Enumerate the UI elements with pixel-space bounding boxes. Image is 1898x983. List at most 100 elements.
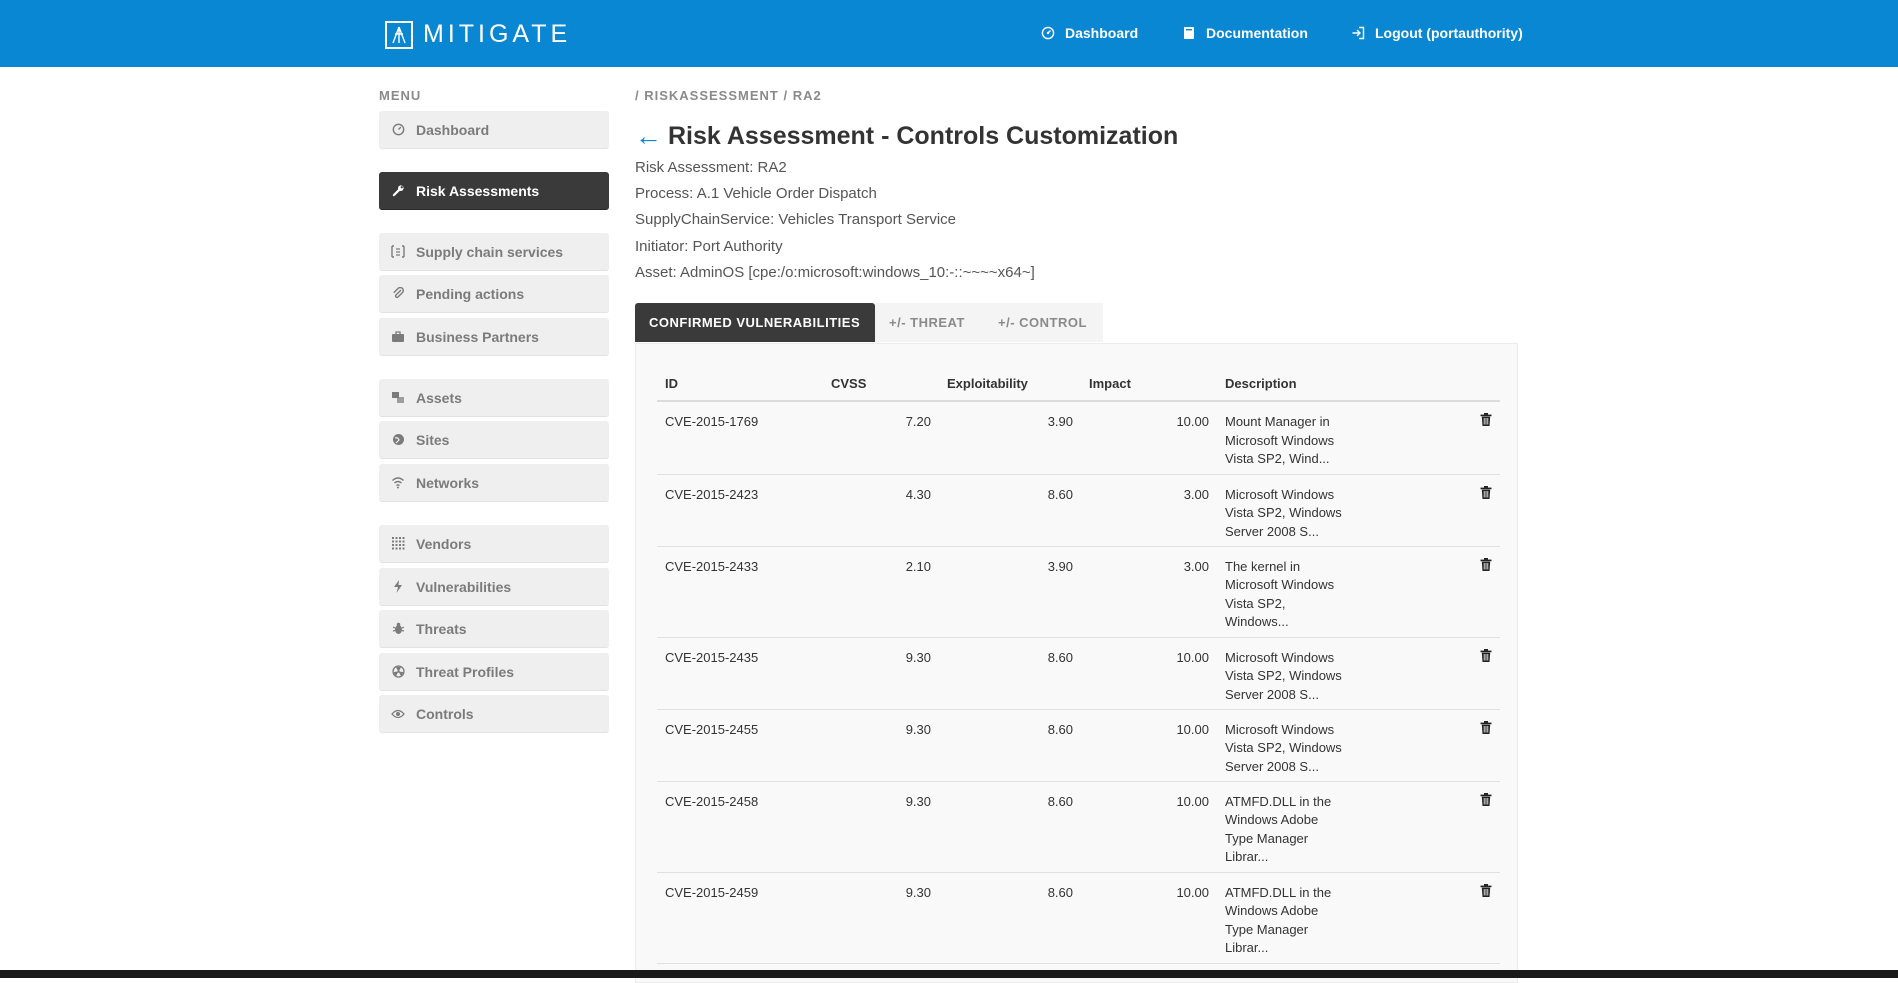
cell-id: CVE-2015-2459 xyxy=(657,872,823,964)
sidebar-item-controls[interactable]: Controls xyxy=(379,695,609,733)
globe-icon xyxy=(391,433,405,447)
sidebar-item-label: Controls xyxy=(416,705,474,722)
cell-description: The kernel in Microsoft Windows Vista SP2,… xyxy=(1217,546,1358,638)
sidebar-item-dashboard[interactable]: Dashboard xyxy=(379,111,609,149)
table-row: CVE-2015-2459 9.30 8.60 10.00 ATMFD.DLL in t… xyxy=(657,872,1500,964)
column-header-description[interactable]: Description xyxy=(1217,366,1358,402)
description-line: Type Manager xyxy=(1225,830,1309,846)
table-header-row: ID CVSS Exploitability Impact Descriptio… xyxy=(657,366,1500,402)
cell-actions xyxy=(1358,781,1500,873)
logout-icon xyxy=(1350,25,1366,41)
dashboard-icon xyxy=(1040,25,1056,41)
delete-trash-icon[interactable] xyxy=(1478,485,1492,500)
sidebar-item-label: Business Partners xyxy=(416,328,539,345)
sidebar-item-sites[interactable]: Sites xyxy=(379,421,609,459)
cell-id: CVE-2015-2433 xyxy=(657,546,823,638)
cell-impact: 10.00 xyxy=(1081,401,1217,475)
sidebar-item-supply-chain-services[interactable]: Supply chain services xyxy=(379,233,609,271)
cell-cvss: 9.30 xyxy=(823,781,939,873)
tab-bar: CONFIRMED VULNERABILITIES +/- THREAT +/-… xyxy=(635,303,1103,342)
cell-exploitability: 8.60 xyxy=(939,637,1081,710)
description-line: The kernel in xyxy=(1225,558,1301,574)
table-row: CVE-2015-2433 2.10 3.90 3.00 The kernel in Mi… xyxy=(657,546,1500,638)
cell-description: Microsoft Windows Vista SP2, Windows Serve… xyxy=(1217,474,1358,547)
sidebar-item-vendors[interactable]: Vendors xyxy=(379,525,609,563)
column-header-actions xyxy=(1358,366,1500,402)
cell-actions xyxy=(1358,637,1500,710)
table-row: CVE-2015-2458 9.30 8.60 10.00 ATMFD.DLL in t… xyxy=(657,781,1500,873)
paperclip-icon xyxy=(391,287,405,301)
nav-dashboard-link[interactable]: Dashboard xyxy=(1040,25,1138,41)
cell-description: ATMFD.DLL in the Windows Adobe Type Manage… xyxy=(1217,872,1358,964)
sidebar-item-label: Threat Profiles xyxy=(416,663,515,680)
meta-initiator: Initiator: Port Authority xyxy=(635,238,783,255)
tab-control[interactable]: +/- CONTROL xyxy=(984,303,1103,342)
table-row: CVE-2015-2435 9.30 8.60 10.00 Microsoft Wind… xyxy=(657,637,1500,710)
cell-impact: 10.00 xyxy=(1081,872,1217,964)
meta-risk-assessment: Risk Assessment: RA2 xyxy=(635,159,787,176)
cell-actions xyxy=(1358,474,1500,547)
cell-impact: 3.00 xyxy=(1081,546,1217,638)
sidebar-item-risk-assessments[interactable]: Risk Assessments xyxy=(379,172,609,210)
description-line: Windows Adobe xyxy=(1225,903,1319,918)
cell-description: ATMFD.DLL in the Windows Adobe Type Manage… xyxy=(1217,781,1358,873)
cell-exploitability: 8.60 xyxy=(939,474,1081,547)
delete-trash-icon[interactable] xyxy=(1478,413,1492,427)
cell-impact: 3.00 xyxy=(1081,474,1217,547)
brand[interactable]: MITIGATE xyxy=(385,20,571,49)
cell-cvss: 7.20 xyxy=(823,401,939,475)
description-line: Microsoft Windows xyxy=(1225,649,1335,665)
radiation-icon xyxy=(391,665,405,679)
sidebar-title: MENU xyxy=(379,88,422,103)
nav-logout-label: Logout (portauthority) xyxy=(1375,25,1523,41)
sidebar-item-threats[interactable]: Threats xyxy=(379,610,609,648)
column-header-cvss[interactable]: CVSS xyxy=(823,366,939,402)
description-line: Windows... xyxy=(1225,614,1289,629)
description-line: Type Manager xyxy=(1225,921,1309,937)
cell-cvss: 9.30 xyxy=(823,709,939,782)
vulnerabilities-table: ID CVSS Exploitability Impact Descriptio… xyxy=(657,366,1500,964)
mitigate-logo-icon xyxy=(385,20,413,49)
sidebar-item-pending-actions[interactable]: Pending actions xyxy=(379,275,609,313)
page-title-row: ← Risk Assessment - Controls Customizati… xyxy=(635,122,1178,151)
cell-exploitability: 8.60 xyxy=(939,781,1081,873)
description-line: Server 2008 S... xyxy=(1225,686,1319,702)
table-body: CVE-2015-1769 7.20 3.90 10.00 Mount Manager … xyxy=(657,401,1500,964)
sidebar-item-threat-profiles[interactable]: Threat Profiles xyxy=(379,653,609,691)
cell-exploitability: 8.60 xyxy=(939,709,1081,782)
delete-trash-icon[interactable] xyxy=(1478,557,1492,572)
cell-actions xyxy=(1358,872,1500,964)
sidebar-item-networks[interactable]: Networks xyxy=(379,464,609,502)
cell-cvss: 4.30 xyxy=(823,474,939,547)
nav-logout-link[interactable]: Logout (portauthority) xyxy=(1350,25,1523,41)
cell-id: CVE-2015-2458 xyxy=(657,781,823,873)
table-row: CVE-2015-2423 4.30 8.60 3.00 Microsoft Windo… xyxy=(657,474,1500,547)
assets-icon xyxy=(391,391,405,405)
delete-trash-icon[interactable] xyxy=(1478,792,1492,807)
brand-name: MITIGATE xyxy=(423,20,572,48)
delete-trash-icon[interactable] xyxy=(1478,883,1492,898)
description-line: ATMFD.DLL in the xyxy=(1225,884,1332,900)
column-header-exploitability[interactable]: Exploitability xyxy=(939,366,1081,402)
column-header-id[interactable]: ID xyxy=(657,366,823,402)
description-line: ATMFD.DLL in the xyxy=(1225,793,1332,809)
tab-threat[interactable]: +/- THREAT xyxy=(875,303,984,342)
column-header-impact[interactable]: Impact xyxy=(1081,366,1217,402)
description-line: Server 2008 S... xyxy=(1225,758,1319,774)
sidebar-item-assets[interactable]: Assets xyxy=(379,379,609,417)
nav-documentation-link[interactable]: Documentation xyxy=(1181,25,1308,41)
description-line: Vista SP2, Wind... xyxy=(1225,451,1330,466)
back-arrow-icon[interactable]: ← xyxy=(635,123,662,150)
description-line: Vista SP2, Windows xyxy=(1225,505,1342,520)
cell-impact: 10.00 xyxy=(1081,781,1217,873)
sidebar-item-label: Vulnerabilities xyxy=(416,578,512,595)
description-line: Microsoft Windows xyxy=(1225,486,1335,502)
cell-description: Microsoft Windows Vista SP2, Windows Serve… xyxy=(1217,637,1358,710)
tab-confirmed-vulnerabilities[interactable]: CONFIRMED VULNERABILITIES xyxy=(635,303,875,342)
sidebar-item-business-partners[interactable]: Business Partners xyxy=(379,318,609,356)
sidebar-item-vulnerabilities[interactable]: Vulnerabilities xyxy=(379,568,609,606)
cell-exploitability: 3.90 xyxy=(939,401,1081,475)
delete-trash-icon[interactable] xyxy=(1478,648,1492,663)
vulnerabilities-panel: ID CVSS Exploitability Impact Descriptio… xyxy=(635,343,1518,983)
delete-trash-icon[interactable] xyxy=(1478,720,1492,735)
